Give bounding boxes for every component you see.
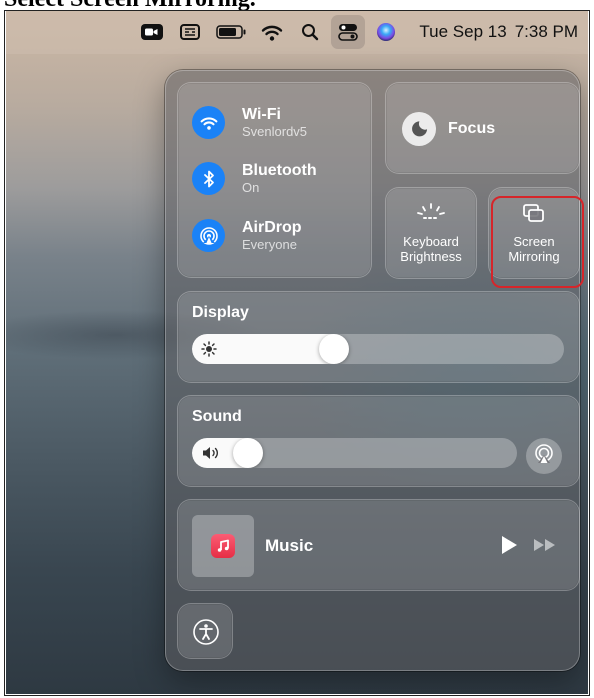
fast-forward-icon[interactable] (533, 537, 557, 558)
wifi-icon[interactable] (255, 15, 289, 49)
display-tile: Display (177, 291, 580, 383)
display-title: Display (192, 304, 249, 321)
bluetooth-status: On (242, 180, 260, 195)
bluetooth-title: Bluetooth (242, 162, 317, 179)
album-art (192, 515, 254, 577)
accessibility-shortcuts-tile[interactable] (177, 603, 233, 659)
menu-bar-clock[interactable]: Tue Sep 13 7:38 PM (419, 22, 578, 42)
play-icon[interactable] (500, 535, 518, 560)
search-icon[interactable] (293, 15, 327, 49)
battery-icon[interactable] (211, 15, 251, 49)
desktop: Tue Sep 13 7:38 PM Wi-Fi Svenlordv5 Bluet… (6, 10, 588, 694)
speaker-icon (201, 445, 221, 466)
control-center-panel: Wi-Fi Svenlordv5 Bluetooth On AirDrop Ev… (165, 70, 580, 671)
display-brightness-knob[interactable] (318, 334, 349, 364)
bluetooth-row[interactable]: Bluetooth On (192, 162, 317, 195)
sun-icon (201, 341, 217, 362)
volume-knob[interactable] (233, 438, 264, 468)
accessibility-icon (192, 618, 220, 651)
airdrop-title: AirDrop (242, 219, 302, 236)
sound-title: Sound (192, 408, 242, 425)
menu-bar-time: 7:38 PM (514, 22, 578, 41)
airdrop-icon[interactable] (192, 219, 225, 252)
sound-tile: Sound (177, 395, 580, 487)
keyboard-brightness-label-line1: Keyboard (403, 234, 459, 249)
zoom-camera-icon[interactable] (135, 15, 169, 49)
input-source-icon[interactable] (173, 15, 207, 49)
menu-bar: Tue Sep 13 7:38 PM (6, 10, 588, 54)
moon-icon (402, 112, 436, 146)
menu-bar-date: Tue Sep 13 (419, 22, 507, 41)
display-brightness-slider[interactable] (192, 334, 564, 364)
keyboard-brightness-tile[interactable]: Keyboard Brightness (385, 187, 477, 279)
screen-mirroring-label: Screen Mirroring (489, 234, 579, 264)
network-tile: Wi-Fi Svenlordv5 Bluetooth On AirDrop Ev… (177, 82, 372, 278)
siri-icon[interactable] (369, 15, 403, 49)
now-playing-app: Music (265, 536, 314, 555)
wifi-toggle-icon[interactable] (192, 106, 225, 139)
screen-mirroring-icon (489, 202, 579, 224)
screen-mirroring-label-line1: Screen (513, 234, 555, 249)
now-playing-tile[interactable]: Music (177, 499, 580, 591)
screen-mirroring-tile[interactable]: Screen Mirroring (488, 187, 580, 279)
airplay-audio-icon (533, 443, 555, 470)
airdrop-row[interactable]: AirDrop Everyone (192, 219, 302, 252)
control-center-icon[interactable] (331, 15, 366, 49)
focus-label: Focus (448, 120, 496, 137)
volume-slider[interactable] (192, 438, 517, 468)
music-app-icon (211, 534, 235, 558)
keyboard-brightness-icon (386, 202, 476, 224)
wifi-title: Wi-Fi (242, 106, 281, 123)
focus-tile[interactable]: Focus (385, 82, 580, 174)
keyboard-brightness-label-line2: Brightness (400, 249, 462, 264)
airplay-audio-button[interactable] (526, 438, 562, 474)
keyboard-brightness-label: Keyboard Brightness (386, 234, 476, 264)
airdrop-visibility: Everyone (242, 237, 297, 252)
wifi-row[interactable]: Wi-Fi Svenlordv5 (192, 106, 307, 139)
screen-mirroring-label-line2: Mirroring (508, 249, 560, 264)
bluetooth-icon[interactable] (192, 162, 225, 195)
wifi-network-name: Svenlordv5 (242, 124, 308, 139)
